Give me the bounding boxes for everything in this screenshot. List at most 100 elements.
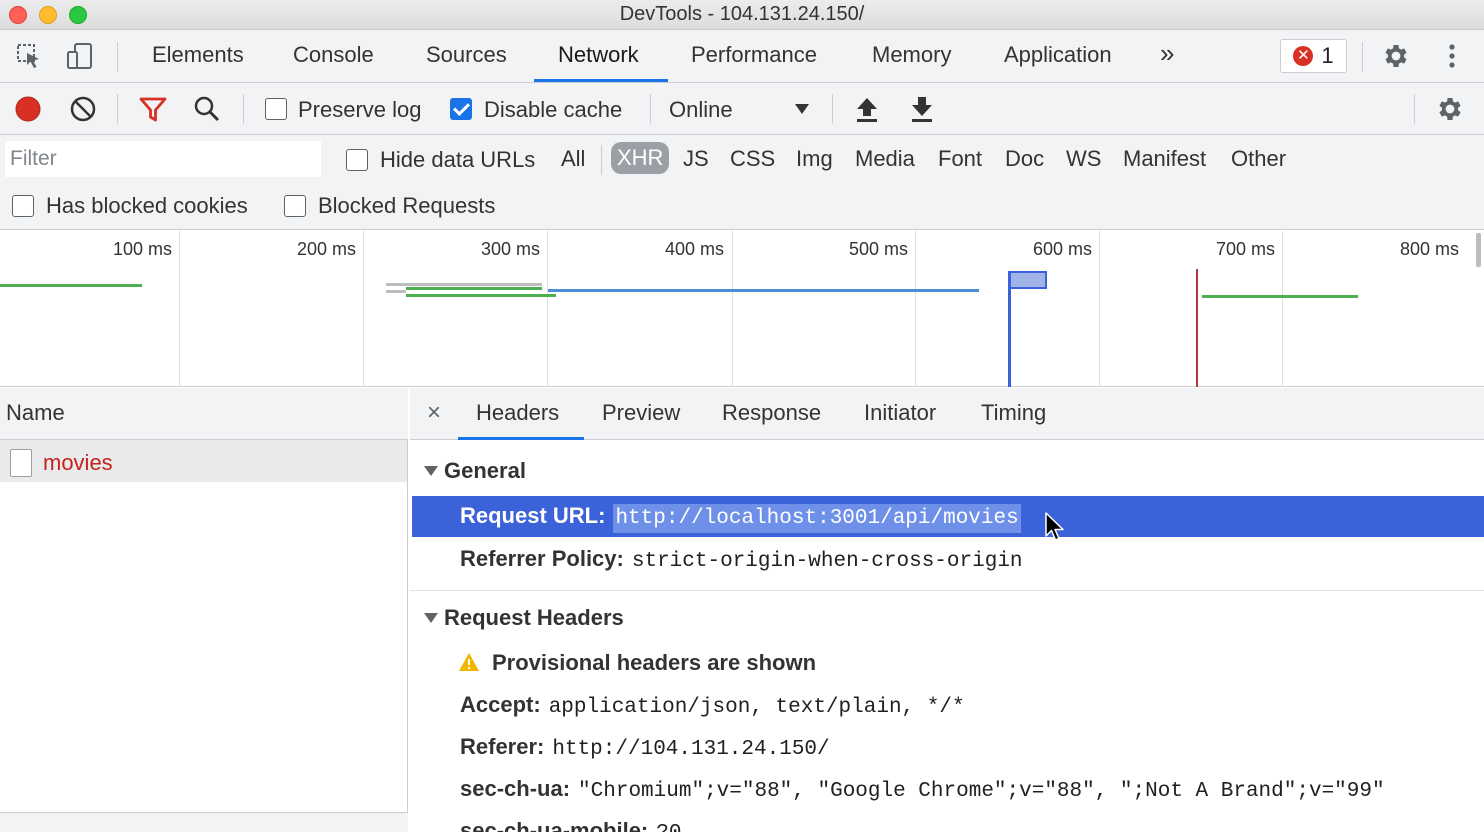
filter-input[interactable] [5, 141, 321, 177]
timeline-request-bar [1202, 295, 1358, 298]
request-details-panel: × Headers Preview Response Initiator Tim… [410, 388, 1484, 832]
request-name: movies [43, 450, 113, 475]
header-value[interactable]: ?0 [656, 822, 681, 832]
preserve-log-label: Preserve log [298, 97, 422, 122]
hide-data-urls-checkbox[interactable] [346, 149, 368, 171]
referrer-policy-value[interactable]: strict-origin-when-cross-origin [632, 550, 1023, 573]
header-row-sec-ch-ua-mobile: sec-ch-ua-mobile: ?0 [460, 818, 681, 832]
network-settings-gear-icon[interactable] [1434, 93, 1466, 125]
has-blocked-cookies-checkbox[interactable] [12, 195, 34, 217]
timeline-request-bar [0, 284, 142, 287]
timeline-tick: 200 ms [297, 239, 357, 259]
timeline-gridline [732, 231, 733, 387]
chevron-down-icon[interactable] [786, 93, 818, 125]
header-key: Accept: [460, 692, 541, 717]
timeline-tick: 100 ms [113, 239, 173, 259]
filter-type-ws[interactable]: WS [1066, 146, 1101, 172]
timeline-request-bar [548, 289, 979, 292]
close-details-icon[interactable]: × [427, 399, 441, 427]
window-title-bar: DevTools - 104.131.24.150/ [0, 0, 1484, 30]
timeline-gridline [915, 231, 916, 387]
device-toolbar-icon[interactable] [64, 40, 96, 72]
status-bar [0, 812, 408, 832]
blocked-requests-label: Blocked Requests [318, 193, 496, 218]
toolbar-divider [117, 42, 118, 72]
filter-type-font[interactable]: Font [938, 146, 982, 172]
toolbar-divider [1414, 94, 1415, 124]
header-row-referer: Referer: http://104.131.24.150/ [460, 734, 830, 761]
timeline-scrollbar[interactable] [1476, 233, 1481, 267]
header-value[interactable]: "Chromium";v="88", "Google Chrome";v="88… [578, 780, 1385, 803]
filter-type-css[interactable]: CSS [730, 146, 775, 172]
tab-elements[interactable]: Elements [152, 42, 244, 68]
filter-type-img[interactable]: Img [796, 146, 833, 172]
tab-initiator[interactable]: Initiator [864, 400, 936, 426]
settings-gear-icon[interactable] [1380, 40, 1412, 72]
timeline-tick: 400 ms [665, 239, 725, 259]
error-icon: ✕ [1293, 46, 1314, 66]
window-title: DevTools - 104.131.24.150/ [619, 3, 865, 25]
more-tabs-icon[interactable]: » [1160, 38, 1174, 69]
tab-preview[interactable]: Preview [602, 400, 680, 426]
record-icon[interactable] [12, 93, 44, 125]
tab-network[interactable]: Network [558, 42, 639, 68]
request-url-row[interactable]: Request URL: http://localhost:3001/api/mo… [412, 496, 1484, 537]
tab-application[interactable]: Application [1004, 42, 1112, 68]
blocked-requests-checkbox[interactable] [284, 195, 306, 217]
tab-memory[interactable]: Memory [872, 42, 951, 68]
filter-type-media[interactable]: Media [855, 146, 915, 172]
tab-timing[interactable]: Timing [981, 400, 1046, 426]
toolbar-divider [1362, 42, 1363, 72]
document-icon [10, 449, 32, 477]
tab-console[interactable]: Console [293, 42, 374, 68]
filter-type-xhr[interactable]: XHR [611, 142, 670, 174]
timeline-gridline [547, 231, 548, 387]
tab-response[interactable]: Response [722, 400, 821, 426]
timeline-tick: 500 ms [849, 239, 909, 259]
network-overview-timeline[interactable]: 100 ms 200 ms 300 ms 400 ms 500 ms 600 m… [0, 231, 1484, 387]
import-har-icon[interactable] [851, 93, 883, 125]
network-toolbar: Preserve log Disable cache Online [0, 83, 1484, 135]
general-section-header[interactable]: General [410, 458, 1484, 484]
export-har-icon[interactable] [906, 93, 938, 125]
header-key: Referer: [460, 734, 545, 759]
clear-icon[interactable] [67, 93, 99, 125]
toolbar-divider [243, 94, 244, 124]
timeline-gridline [1282, 231, 1283, 387]
active-tab-indicator [458, 437, 584, 440]
request-url-value[interactable]: http://localhost:3001/api/movies [613, 504, 1021, 533]
error-count-badge[interactable]: ✕ 1 [1280, 39, 1347, 73]
header-value[interactable]: http://104.131.24.150/ [552, 738, 829, 761]
request-headers-section-header[interactable]: Request Headers [410, 605, 1484, 631]
timeline-gridline [1099, 231, 1100, 387]
main-tab-bar: Elements Console Sources Network Perform… [0, 30, 1484, 83]
mouse-cursor-icon [1045, 512, 1064, 541]
request-list-panel: Name movies [0, 388, 408, 832]
throttling-select[interactable]: Online [669, 97, 733, 123]
tab-sources[interactable]: Sources [426, 42, 507, 68]
timeline-request-bar [406, 294, 556, 297]
filter-icon[interactable] [137, 93, 169, 125]
filter-type-other[interactable]: Other [1231, 146, 1286, 172]
inspect-element-icon[interactable] [13, 40, 45, 72]
preserve-log-checkbox[interactable] [265, 98, 287, 120]
section-divider [410, 590, 1484, 591]
timeline-request-bar [386, 290, 406, 293]
disable-cache-checkbox[interactable] [450, 98, 472, 120]
tab-headers[interactable]: Headers [476, 400, 559, 426]
filter-type-doc[interactable]: Doc [1005, 146, 1044, 172]
timeline-selection-handle[interactable] [1009, 271, 1047, 289]
filter-type-js[interactable]: JS [683, 146, 709, 172]
filter-type-all[interactable]: All [561, 146, 585, 172]
timeline-tick: 800 ms [1400, 239, 1460, 259]
header-value[interactable]: application/json, text/plain, */* [549, 696, 965, 719]
timeline-tick: 600 ms [1033, 239, 1093, 259]
request-row[interactable]: movies [0, 440, 407, 482]
warning-text: Provisional headers are shown [492, 650, 817, 675]
search-icon[interactable] [191, 93, 223, 125]
referrer-policy-row: Referrer Policy: strict-origin-when-cross… [460, 546, 1023, 573]
name-column-header[interactable]: Name [0, 388, 408, 440]
filter-type-manifest[interactable]: Manifest [1123, 146, 1206, 172]
more-options-icon[interactable] [1436, 40, 1468, 72]
tab-performance[interactable]: Performance [691, 42, 817, 68]
